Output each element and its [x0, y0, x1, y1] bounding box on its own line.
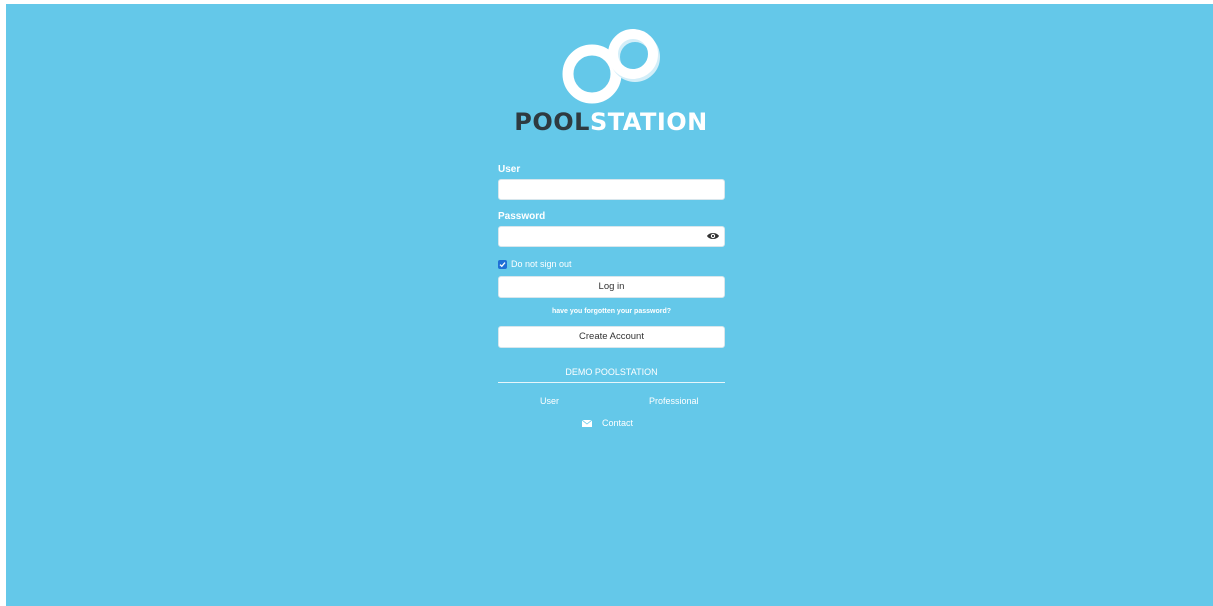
remember-me-row[interactable]: Do not sign out [498, 257, 572, 271]
forgot-password-link[interactable]: have you forgotten your password? [498, 308, 725, 315]
password-input[interactable] [498, 226, 725, 247]
remember-me-label: Do not sign out [511, 259, 572, 269]
checkmark-icon [499, 261, 506, 267]
poolstation-logo-icon [562, 29, 660, 104]
user-label: User [498, 164, 521, 175]
remember-me-checkbox[interactable] [498, 259, 507, 269]
login-button[interactable]: Log in [498, 276, 725, 298]
envelope-icon [582, 419, 592, 427]
demo-divider [498, 382, 725, 383]
demo-professional-link[interactable]: Professional [649, 396, 699, 406]
show-password-eye-icon[interactable] [706, 230, 720, 242]
brand-name-dark: POOL [514, 108, 590, 136]
create-account-button[interactable]: Create Account [498, 326, 725, 348]
user-input[interactable] [498, 179, 725, 200]
brand-name-light: STATION [589, 108, 708, 136]
contact-link[interactable]: Contact [582, 418, 633, 428]
brand-wordmark: POOLSTATION [498, 108, 724, 136]
login-page: POOLSTATION User Password Do not sign ou… [6, 4, 1213, 606]
demo-section-title: DEMO POOLSTATION [565, 367, 658, 377]
contact-label: Contact [602, 418, 634, 428]
password-label: Password [498, 211, 546, 222]
demo-user-link[interactable]: User [540, 396, 559, 406]
